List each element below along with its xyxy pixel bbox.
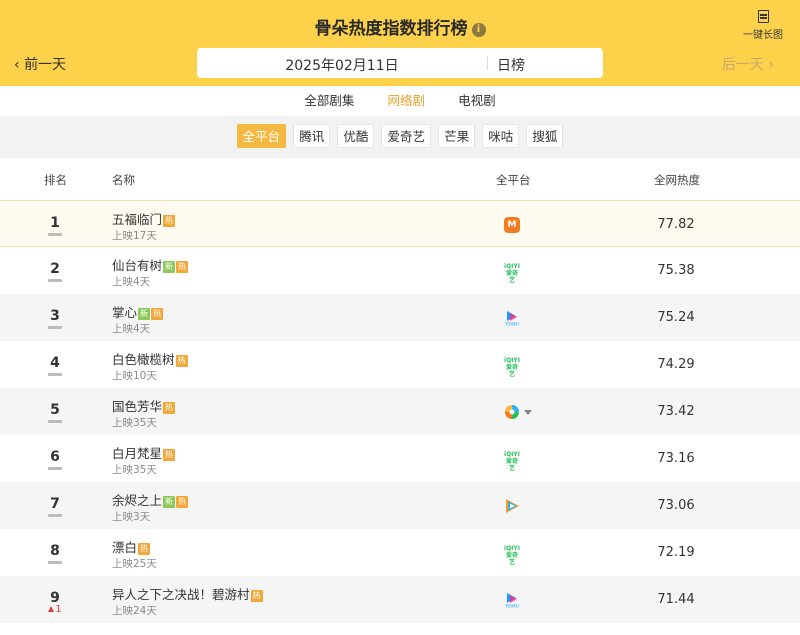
table-row[interactable]: 6 白月梵星热上映35天 iQIYI 爱奇艺 73.16	[0, 435, 800, 482]
hot-badge: 热	[163, 449, 176, 461]
heat-score: 73.06	[657, 498, 695, 513]
youku-icon: YOUKU	[504, 310, 520, 327]
hot-badge: 热	[163, 402, 176, 414]
rank-number: 4	[40, 355, 70, 376]
heat-score: 73.16	[657, 451, 695, 466]
show-title[interactable]: 掌心新热	[112, 302, 164, 321]
page-title: 骨朵热度指数排行榜 i	[0, 14, 800, 39]
days-on-air: 上映25天	[112, 558, 157, 570]
table-row[interactable]: 5 国色芳华热上映35天 73.42	[0, 388, 800, 435]
heat-score: 75.38	[657, 263, 695, 278]
show-title[interactable]: 仙台有树新热	[112, 255, 189, 274]
show-title[interactable]: 漂白热	[112, 537, 151, 556]
new-badge: 新	[138, 308, 151, 320]
column-rank: 排名	[44, 173, 67, 187]
days-on-air: 上映3天	[112, 511, 151, 523]
document-icon	[757, 10, 769, 23]
chevron-down-icon[interactable]	[524, 410, 532, 415]
days-on-air: 上映4天	[112, 323, 151, 335]
mango-icon: M	[504, 217, 520, 233]
info-icon[interactable]: i	[471, 23, 486, 37]
platform-all[interactable]: 全平台	[236, 124, 287, 148]
column-heat: 全网热度	[654, 173, 700, 187]
platform-mango[interactable]: 芒果	[438, 124, 476, 148]
platform-iqiyi[interactable]: 爱奇艺	[381, 124, 431, 148]
tab-all-series[interactable]: 全部剧集	[304, 86, 354, 116]
date-selector[interactable]: 2025年02月11日 日榜	[197, 48, 603, 78]
iqiyi-icon: iQIYI 爱奇艺	[504, 545, 520, 566]
new-badge: 新	[163, 261, 176, 273]
rank-change: 1	[40, 604, 70, 615]
hot-badge: 热	[163, 215, 176, 227]
prev-day-button[interactable]: ‹ 前一天	[14, 54, 66, 74]
hot-badge: 热	[151, 308, 164, 320]
days-on-air: 上映35天	[112, 417, 157, 429]
iqiyi-icon: iQIYI 爱奇艺	[504, 263, 520, 284]
rank-number: 2	[40, 261, 70, 282]
platform-filter: 全平台 腾讯 优酷 爱奇艺 芒果 咪咕 搜狐	[0, 116, 800, 158]
table-row[interactable]: 9 1 异人之下之决战！碧游村热上映24天 YOUKU 71.44	[0, 576, 800, 623]
table-row[interactable]: 1 五福临门热上映17天 M 77.82	[0, 200, 800, 247]
column-platform: 全平台	[496, 173, 531, 187]
days-on-air: 上映10天	[112, 370, 157, 382]
arrow-up-icon	[48, 606, 55, 612]
table-row[interactable]: 7 余烬之上新热上映3天 73.06	[0, 482, 800, 529]
heat-score: 77.82	[657, 217, 695, 232]
table-row-partial	[0, 623, 800, 635]
range-value[interactable]: 日榜	[497, 55, 525, 75]
hot-badge: 热	[138, 543, 151, 555]
show-title[interactable]: 异人之下之决战！碧游村热	[112, 584, 263, 603]
hot-badge: 热	[176, 496, 189, 508]
tab-tv-series[interactable]: 电视剧	[458, 86, 496, 116]
new-badge: 新	[163, 496, 176, 508]
tencent-icon	[504, 498, 520, 514]
rank-number: 7	[40, 496, 70, 517]
show-title[interactable]: 国色芳华热	[112, 396, 176, 415]
platform-tencent[interactable]: 腾讯	[293, 124, 331, 148]
rank-number: 5	[40, 402, 70, 423]
long-image-button[interactable]: 一键长图	[738, 8, 788, 41]
days-on-air: 上映17天	[112, 230, 157, 242]
show-title[interactable]: 白色橄榄树热	[112, 349, 188, 368]
platform-youku[interactable]: 优酷	[337, 124, 375, 148]
iqiyi-icon: iQIYI 爱奇艺	[504, 357, 520, 378]
hot-badge: 热	[175, 355, 188, 367]
show-title[interactable]: 余烬之上新热	[112, 490, 189, 509]
days-on-air: 上映35天	[112, 464, 157, 476]
date-value[interactable]: 2025年02月11日	[197, 55, 487, 75]
hot-badge: 热	[250, 590, 263, 602]
table-row[interactable]: 2 仙台有树新热上映4天 iQIYI 爱奇艺 75.38	[0, 247, 800, 294]
rank-number: 8	[40, 543, 70, 564]
heat-score: 72.19	[657, 545, 695, 560]
heat-score: 74.29	[657, 357, 695, 372]
tab-web-series[interactable]: 网络剧	[387, 86, 425, 116]
rank-number: 1	[40, 215, 70, 236]
table-row[interactable]: 8 漂白热上映25天 iQIYI 爱奇艺 72.19	[0, 529, 800, 576]
svg-text:YOUKU: YOUKU	[504, 322, 519, 327]
svg-text:YOUKU: YOUKU	[504, 604, 519, 609]
days-on-air: 上映24天	[112, 605, 157, 617]
iqiyi-icon: iQIYI 爱奇艺	[504, 451, 520, 472]
next-day-button[interactable]: 后一天 ›	[722, 54, 774, 74]
table-row[interactable]: 4 白色橄榄树热上映10天 iQIYI 爱奇艺 74.29	[0, 341, 800, 388]
divider	[487, 56, 488, 70]
youku-icon: YOUKU	[504, 592, 520, 609]
multi-platform-icon[interactable]	[504, 404, 520, 420]
show-title[interactable]: 五福临门热	[112, 209, 176, 228]
platform-migu[interactable]: 咪咕	[482, 124, 520, 148]
rank-number: 3	[40, 308, 70, 329]
heat-score: 73.42	[657, 404, 695, 419]
hot-badge: 热	[176, 261, 189, 273]
column-name: 名称	[112, 173, 135, 187]
header-bar: 骨朵热度指数排行榜 i 一键长图 ‹ 前一天 2025年02月11日 日榜 后一天…	[0, 0, 800, 86]
show-title[interactable]: 白月梵星热	[112, 443, 176, 462]
heat-score: 75.24	[657, 310, 695, 325]
rank-number: 6	[40, 449, 70, 470]
table-header: 排名 名称 全平台 全网热度	[0, 158, 800, 200]
heat-score: 71.44	[657, 592, 695, 607]
table-row[interactable]: 3 掌心新热上映4天 YOUKU 75.24	[0, 294, 800, 341]
days-on-air: 上映4天	[112, 276, 151, 288]
category-tabs: 全部剧集 网络剧 电视剧	[0, 86, 800, 116]
platform-sohu[interactable]: 搜狐	[526, 124, 564, 148]
